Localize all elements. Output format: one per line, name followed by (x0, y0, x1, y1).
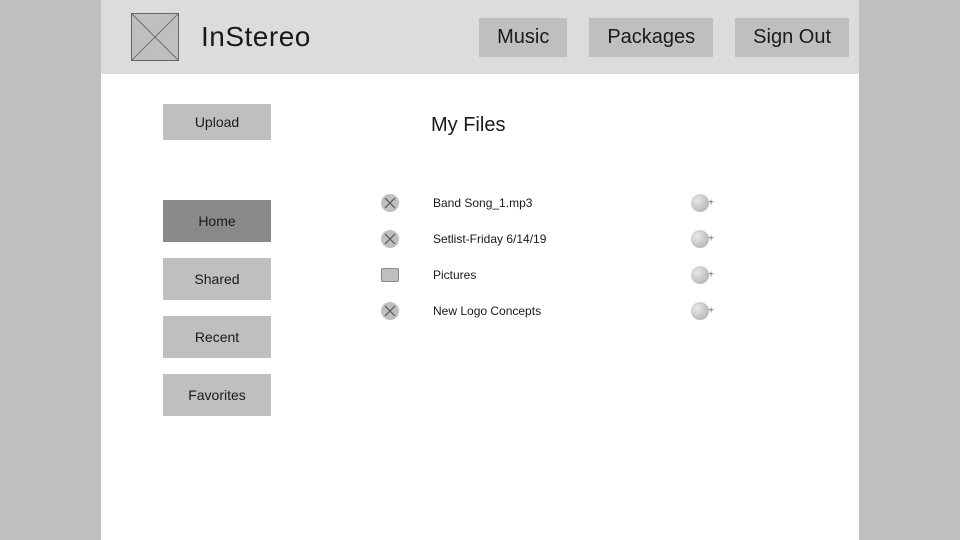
file-row[interactable]: New Logo Concepts (381, 301, 799, 321)
file-name: Pictures (433, 268, 691, 282)
file-list: Band Song_1.mp3 Setlist-Friday 6/14/19 P… (381, 193, 799, 321)
add-action-icon[interactable] (691, 194, 709, 212)
add-action-icon[interactable] (691, 266, 709, 284)
file-type-icon (381, 194, 399, 212)
main-panel: My Files Band Song_1.mp3 Setlist-Friday … (311, 74, 859, 540)
folder-icon (381, 268, 399, 282)
body: Upload Home Shared Recent Favorites My F… (101, 74, 859, 540)
upload-button[interactable]: Upload (163, 104, 271, 140)
nav-packages-button[interactable]: Packages (589, 18, 713, 57)
file-name: Setlist-Friday 6/14/19 (433, 232, 691, 246)
file-row[interactable]: Pictures (381, 265, 799, 285)
file-row[interactable]: Setlist-Friday 6/14/19 (381, 229, 799, 249)
nav-signout-button[interactable]: Sign Out (735, 18, 849, 57)
add-action-icon[interactable] (691, 302, 709, 320)
file-row[interactable]: Band Song_1.mp3 (381, 193, 799, 213)
file-name: Band Song_1.mp3 (433, 196, 691, 210)
app-window: InStereo Music Packages Sign Out Upload … (101, 0, 859, 540)
sidebar-item-home[interactable]: Home (163, 200, 271, 242)
sidebar-item-recent[interactable]: Recent (163, 316, 271, 358)
header-bar: InStereo Music Packages Sign Out (101, 0, 859, 74)
app-name: InStereo (201, 21, 311, 53)
nav-music-button[interactable]: Music (479, 18, 567, 57)
logo-placeholder-icon (131, 13, 179, 61)
sidebar-item-shared[interactable]: Shared (163, 258, 271, 300)
add-action-icon[interactable] (691, 230, 709, 248)
file-type-icon (381, 302, 399, 320)
file-type-icon (381, 230, 399, 248)
page-title: My Files (431, 114, 799, 137)
sidebar-item-favorites[interactable]: Favorites (163, 374, 271, 416)
sidebar: Upload Home Shared Recent Favorites (101, 74, 311, 540)
file-name: New Logo Concepts (433, 304, 691, 318)
